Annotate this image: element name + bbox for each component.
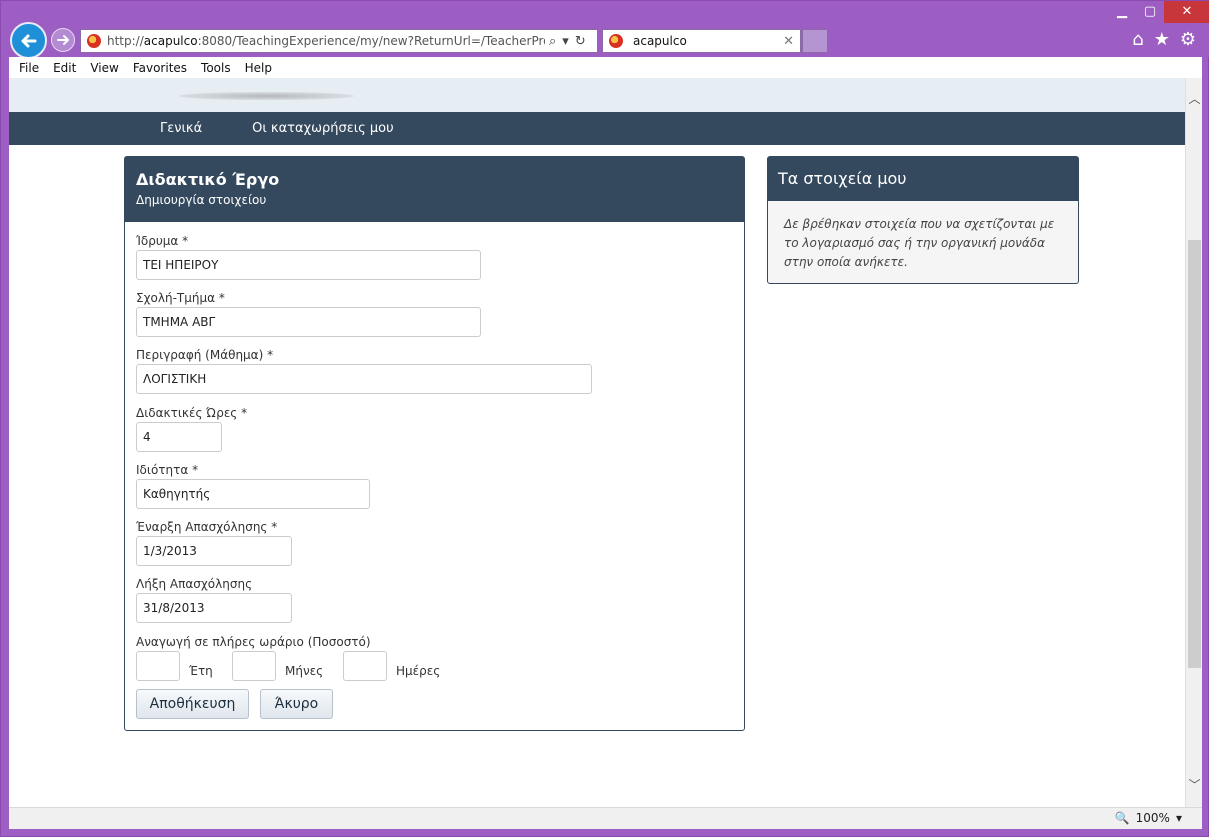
nav-link-general[interactable]: Γενικά: [160, 121, 202, 136]
minimize-icon[interactable]: ▁: [1108, 1, 1136, 23]
institution-label: Ίδρυμα *: [136, 234, 189, 248]
dropdown-icon[interactable]: ▾: [562, 34, 569, 49]
form-subtitle: Δημιουργία στοιχείου: [136, 193, 267, 207]
my-info-panel: Τα στοιχεία μου Δε βρέθηκαν στοιχεία που…: [767, 156, 1079, 284]
description-input[interactable]: ΛΟΓΙΣΤΙΚΗ: [136, 364, 592, 394]
site-nav: Γενικά Οι καταχωρήσεις μου: [9, 112, 1185, 145]
start-date-label: Έναρξη Απασχόλησης *: [136, 520, 278, 534]
days-label: Ημέρες: [396, 664, 441, 678]
browser-titlebar: http://acapulco:8080/TeachingExperience/…: [1, 1, 1209, 59]
reduction-label: Αναγωγή σε πλήρες ωράριο (Ποσοστό): [136, 635, 371, 649]
settings-gear-icon[interactable]: ⚙: [1180, 29, 1196, 50]
years-input[interactable]: [136, 651, 180, 681]
months-label: Μήνες: [285, 664, 324, 678]
arrow-left-icon: [21, 34, 36, 47]
new-tab-button[interactable]: [802, 29, 828, 53]
status-bar: 🔍 100% ▾: [9, 807, 1202, 829]
menu-help[interactable]: Help: [245, 61, 272, 75]
institution-input[interactable]: ΤΕΙ ΗΠΕΙΡΟΥ: [136, 250, 481, 280]
scroll-thumb[interactable]: [1188, 240, 1201, 668]
zoom-level: 100%: [1135, 811, 1170, 825]
years-label: Έτη: [189, 664, 213, 678]
save-button[interactable]: Αποθήκευση: [136, 689, 249, 719]
search-icon[interactable]: ⌕: [549, 34, 556, 49]
arrow-right-icon: [57, 35, 70, 45]
department-input[interactable]: ΤΜΗΜΑ ΑΒΓ: [136, 307, 481, 337]
site-banner: [9, 78, 1185, 112]
browser-tab[interactable]: acapulco ✕: [602, 29, 801, 53]
menu-bar: File Edit View Favorites Tools Help: [9, 57, 1202, 78]
menu-edit[interactable]: Edit: [53, 61, 76, 75]
end-date-input[interactable]: 31/8/2013: [136, 593, 292, 623]
nav-link-my-entries[interactable]: Οι καταχωρήσεις μου: [252, 121, 393, 136]
description-label: Περιγραφή (Μάθημα) *: [136, 348, 274, 362]
favorites-star-icon[interactable]: ★: [1154, 29, 1170, 50]
zoom-icon: 🔍: [1114, 811, 1130, 825]
maximize-icon[interactable]: ▢: [1136, 1, 1164, 23]
url-host: acapulco: [143, 34, 198, 48]
forward-button[interactable]: [51, 28, 75, 52]
cancel-button[interactable]: Άκυρο: [260, 689, 333, 719]
hours-label: Διδακτικές Ώρες *: [136, 406, 248, 420]
start-date-input[interactable]: 1/3/2013: [136, 536, 292, 566]
zoom-control[interactable]: 🔍 100% ▾: [1115, 811, 1182, 825]
zoom-dropdown-icon[interactable]: ▾: [1176, 811, 1182, 825]
department-label: Σχολή-Τμήμα *: [136, 291, 225, 305]
site-favicon-icon: [87, 34, 101, 48]
page-viewport: Γενικά Οι καταχωρήσεις μου Διδακτικό Έργ…: [9, 78, 1202, 807]
my-info-message: Δε βρέθηκαν στοιχεία που να σχετίζονται …: [784, 217, 1055, 269]
hours-input[interactable]: 4: [136, 422, 222, 452]
url-text[interactable]: http://acapulco:8080/TeachingExperience/…: [107, 34, 545, 48]
scroll-up-icon[interactable]: ︿: [1186, 90, 1202, 107]
my-info-title: Τα στοιχεία μου: [768, 157, 1078, 201]
menu-view[interactable]: View: [90, 61, 118, 75]
menu-tools[interactable]: Tools: [201, 61, 231, 75]
browser-window: http://acapulco:8080/TeachingExperience/…: [0, 0, 1209, 837]
tab-title: acapulco: [633, 34, 687, 48]
days-input[interactable]: [343, 651, 387, 681]
end-date-label: Λήξη Απασχόλησης: [136, 577, 253, 591]
form-header: Διδακτικό Έργο Δημιουργία στοιχείου: [125, 157, 744, 222]
url-prefix: http://: [107, 34, 144, 48]
vertical-scrollbar[interactable]: ︿ ﹀: [1185, 78, 1202, 807]
role-input[interactable]: Καθηγητής: [136, 479, 370, 509]
home-icon[interactable]: ⌂: [1132, 29, 1143, 50]
menu-favorites[interactable]: Favorites: [133, 61, 187, 75]
refresh-icon[interactable]: ↻: [575, 34, 586, 49]
banner-shadow: [179, 92, 354, 100]
teaching-form-panel: Διδακτικό Έργο Δημιουργία στοιχείου Ίδρυ…: [124, 156, 745, 731]
role-label: Ιδιότητα *: [136, 463, 199, 477]
scroll-down-icon[interactable]: ﹀: [1186, 776, 1202, 793]
form-title: Διδακτικό Έργο: [136, 170, 280, 189]
address-bar[interactable]: http://acapulco:8080/TeachingExperience/…: [80, 29, 598, 53]
url-rest: :8080/TeachingExperience/my/new?ReturnUr…: [197, 34, 545, 48]
months-input[interactable]: [232, 651, 276, 681]
tab-favicon-icon: [609, 34, 623, 48]
tab-close-icon[interactable]: ✕: [783, 34, 794, 49]
back-button[interactable]: [10, 22, 47, 59]
menu-file[interactable]: File: [19, 61, 39, 75]
window-close-icon[interactable]: ✕: [1164, 1, 1209, 23]
